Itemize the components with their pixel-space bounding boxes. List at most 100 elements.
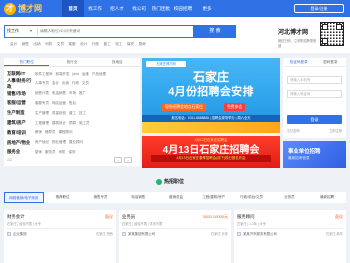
tab-hot-job[interactable]: 销售专员 [82,192,120,203]
search-type-select[interactable]: 找工作 [7,26,19,36]
category-item[interactable]: 物业管理 [52,140,66,145]
category-item[interactable]: 辅导员 [45,130,56,135]
spring-fair-banner[interactable]: 4月13日石家庄招聘会 4月13日石家庄招聘会 4月13日石家庄春季招聘会(线下… [142,136,280,168]
hotword[interactable]: 出纳 [33,42,40,47]
job-card[interactable]: 服务顾问 面议 石家庄 | 1-3年 | 大专 某某汽车服务有限公司 石家庄-新… [234,210,346,263]
category-item[interactable]: 置业顾问 [69,140,83,145]
nav-campus[interactable]: 校园招聘 [172,0,194,17]
category-item[interactable]: java [73,72,79,77]
category-item[interactable]: 客服专员 [35,101,49,106]
category-item[interactable]: 软件工程师 [35,72,53,77]
category-title[interactable]: 教育/培训 [7,130,35,136]
category-title[interactable]: 互联网/IT [7,71,35,77]
tab-hot-job[interactable]: 业务员 [270,192,308,203]
hotword[interactable]: 销售 [22,42,29,47]
tab-hot-job[interactable]: 工程/建筑/房产 [195,192,233,203]
category-item[interactable]: 质量检验 [52,111,66,116]
tab-region[interactable]: 找地区 [95,58,140,66]
category-item[interactable]: 工程管理 [35,121,49,126]
category-item[interactable]: 保安 [69,150,76,155]
phone-field[interactable]: 请输入手机号 [287,76,342,84]
hotword[interactable]: 普工 [104,42,111,47]
nav-find-company[interactable]: 找公司 [128,0,150,17]
main-nav: 首页 找工作 招人才 找公司 热门团批 校园招聘 更多 [62,0,220,17]
hotword[interactable]: 保安 [127,42,134,47]
tab-hot-job[interactable]: 网络营销/电子商务 [4,192,44,203]
category-item[interactable]: 课程顾问 [59,130,73,135]
chevron-left-icon[interactable]: ‹ [114,157,122,163]
category-item[interactable]: 厨师 [35,150,42,155]
hotword[interactable]: 司机 [45,42,52,47]
login-register-button[interactable]: 登录/注册 [294,4,344,13]
company-name[interactable]: 企业集团 [13,231,27,236]
tab-hot-job[interactable]: 电话销售 [119,192,157,203]
tab-hot-job[interactable]: 行政/前台/文员 [233,192,271,203]
category-item[interactable]: 服务员 [45,150,56,155]
category-title[interactable]: 建筑/房产 [7,120,35,126]
category-item[interactable]: 文员 [82,81,89,86]
tab-hot-jobs[interactable]: 热门职位 [4,58,50,66]
tab-sms-login[interactable]: 验证码登录 [283,58,315,66]
category-item[interactable]: 生产管理 [35,111,49,116]
search-button[interactable]: 搜 索 [194,25,236,38]
hotword[interactable]: 客服 [68,42,75,47]
category-item[interactable]: 预算 [69,121,76,126]
category-item[interactable]: 运维 [82,72,89,77]
category-item[interactable]: 会计 [52,81,59,86]
category-item[interactable]: 施工员 [79,121,90,126]
tab-hot-job[interactable]: 营销总监 [157,192,195,203]
category-item[interactable]: 行政 [72,81,79,86]
nav-home[interactable]: 首页 [62,0,84,17]
category-pager: 1/2 [7,158,12,162]
nav-group-hiring[interactable]: 热门团批 [150,0,172,17]
search-input[interactable] [40,26,190,36]
hotword[interactable]: 文员 [57,42,64,47]
category-item[interactable]: 电话销售 [52,91,66,96]
category-item[interactable]: 出纳 [62,81,69,86]
category-item[interactable]: 房产经纪 [35,140,49,145]
forgot-password-link[interactable]: 忘记密码 [287,128,300,133]
company-name[interactable]: 某某集团有限公司 [128,231,155,236]
nav-more[interactable]: 更多 [194,0,220,17]
category-item[interactable]: 人事专员 [35,81,49,86]
hotword[interactable]: 电工 [115,42,122,47]
job-card[interactable]: 财务会计 面议 石家庄 | 经验不限 | 大专 企业集团 石家庄-桥西 [4,210,116,263]
category-item[interactable]: 产品经理 [92,72,106,77]
hotword[interactable]: 行政 [92,42,99,47]
qr-finder [322,38,328,44]
category-item[interactable]: 销售代表 [35,91,49,96]
category-title[interactable]: 房地产/物业 [7,140,35,146]
register-link[interactable]: 立即注册 [329,128,342,133]
nav-find-talent[interactable]: 招人才 [106,0,128,17]
company-name[interactable]: 某某汽车服务有限公司 [243,231,277,236]
category-item[interactable]: 建筑设计 [52,121,66,126]
category-item[interactable]: 前端开发 [56,72,70,77]
public-institution-ad[interactable]: 事业单位招聘 最新招考信息 [283,141,346,168]
tab-password-login[interactable]: 密码登录 [315,58,347,66]
category-item[interactable]: 网店运营 [52,101,66,106]
hotword[interactable]: 厨师 [139,42,146,47]
category-title[interactable]: 客服/运营 [7,100,35,106]
category-item[interactable]: 司机 [59,150,66,155]
category-item[interactable]: 推广 [79,91,86,96]
chevron-right-icon[interactable]: › [124,157,132,163]
tab-hot-job[interactable]: 推荐职位 [44,192,82,203]
job-fair-banner[interactable]: 石家庄博才网 石家庄 4月份招聘会安排 现场招聘会地点石家庄 免费参会 报名电话… [142,58,280,133]
nav-find-job[interactable]: 找工作 [84,0,106,17]
tab-hot-job[interactable]: 最新招聘 [308,192,346,203]
category-item[interactable]: 教师 [35,130,42,135]
tab-industry[interactable]: 找行业 [49,58,94,66]
category-item[interactable]: 技工 [79,111,86,116]
login-button[interactable]: 登录 [287,115,342,124]
job-location: 石家庄-长安 [211,232,228,236]
category-item[interactable]: 普工 [69,111,76,116]
code-field[interactable]: 请输入验证码 [287,90,342,98]
category-title[interactable]: 服务业 [7,149,35,155]
category-title[interactable]: 生产制造 [7,110,35,116]
hotword[interactable]: 会计 [10,42,17,47]
category-item[interactable]: 市场 [69,91,76,96]
hotword[interactable]: 设计 [80,42,87,47]
category-title[interactable]: 销售/市场 [7,91,35,97]
category-item[interactable]: 售后 [69,101,76,106]
job-card[interactable]: 业务员 3000-10000元 石家庄 | 经验不限 | 学历不限 某某集团有限… [119,210,231,263]
